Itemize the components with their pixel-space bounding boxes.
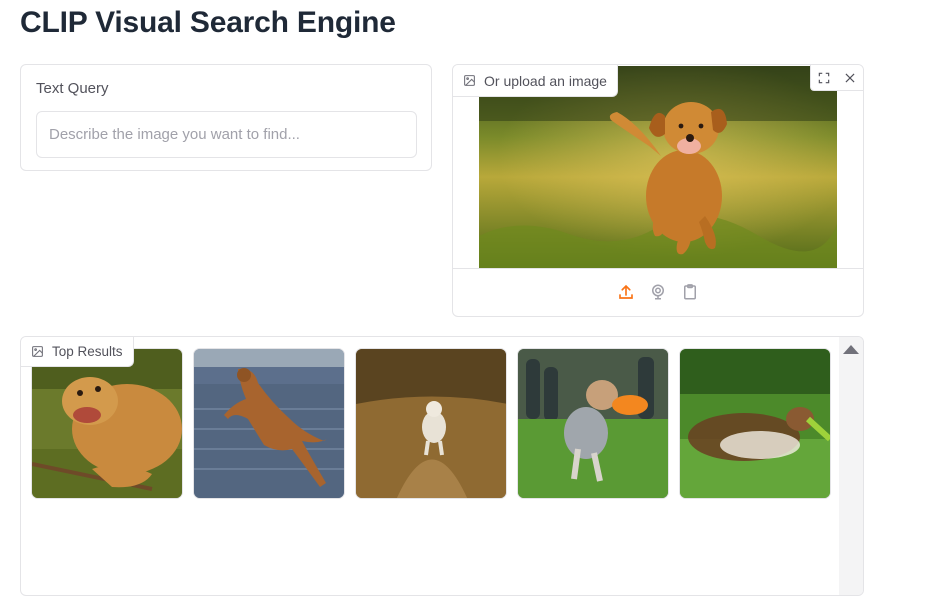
image-upload-divider: [453, 268, 863, 269]
webcam-icon[interactable]: [647, 281, 669, 303]
results-gallery: Top Results: [20, 336, 864, 596]
upload-icon[interactable]: [615, 281, 637, 303]
image-icon: [463, 74, 476, 87]
image-upload-toolbar: [810, 65, 863, 91]
text-query-label: Text Query: [36, 80, 109, 97]
results-thumbnails: [31, 348, 831, 499]
image-upload-label-text: Or upload an image: [484, 72, 607, 89]
result-thumbnail[interactable]: [355, 348, 507, 499]
image-upload-block: Or upload an image: [452, 64, 864, 317]
results-scrollbar[interactable]: [839, 337, 863, 595]
page-title: CLIP Visual Search Engine: [20, 6, 396, 39]
image-upload-label: Or upload an image: [453, 65, 618, 97]
result-thumbnail[interactable]: [193, 348, 345, 499]
result-thumbnail[interactable]: [679, 348, 831, 499]
clipboard-icon[interactable]: [679, 281, 701, 303]
image-source-bar: [453, 281, 863, 305]
text-query-input[interactable]: [36, 111, 417, 158]
close-icon[interactable]: [837, 66, 863, 90]
scroll-up-icon[interactable]: [843, 345, 859, 354]
fullscreen-icon[interactable]: [811, 66, 837, 90]
results-label: Top Results: [21, 337, 134, 367]
result-thumbnail[interactable]: [517, 348, 669, 499]
app-root: CLIP Visual Search Engine Text Query Or …: [0, 0, 949, 610]
results-label-text: Top Results: [52, 344, 123, 359]
text-query-block: Text Query: [20, 64, 432, 171]
image-icon: [31, 345, 44, 358]
result-thumbnail[interactable]: [31, 348, 183, 499]
